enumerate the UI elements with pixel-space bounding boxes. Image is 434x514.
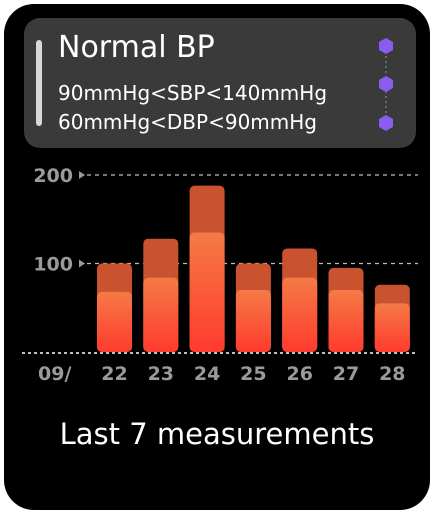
hexagon-dot-icon bbox=[379, 76, 393, 92]
sbp-range-text: 90mmHg<SBP<140mmHg bbox=[58, 81, 328, 105]
hexagon-dot-icon bbox=[379, 38, 393, 54]
tick-arrow-icon bbox=[79, 171, 85, 179]
hexagon-dot-icon bbox=[379, 115, 393, 131]
bar-lower[interactable] bbox=[189, 232, 225, 352]
x-tick-label: 26 bbox=[286, 363, 312, 385]
y-tick-label: 100 bbox=[33, 254, 73, 276]
bar-lower[interactable] bbox=[143, 277, 179, 352]
x-tick-label: 28 bbox=[379, 363, 405, 385]
x-tick-label: 27 bbox=[333, 363, 359, 385]
bp-status-card: Normal BP 90mmHg<SBP<140mmHg 60mmHg<DBP<… bbox=[24, 18, 416, 148]
tick-arrow-icon bbox=[79, 259, 85, 268]
chart-caption: Last 7 measurements bbox=[59, 417, 375, 451]
x-tick-label: 24 bbox=[194, 363, 220, 385]
y-tick-label: 200 bbox=[33, 165, 73, 187]
x-tick-label: 22 bbox=[101, 363, 127, 385]
status-accent-bar bbox=[36, 40, 42, 126]
dbp-range-text: 60mmHg<DBP<90mmHg bbox=[58, 110, 317, 134]
bp-bar-chart: 100 200 22 23 24 25 26 27 28 09/ bbox=[22, 165, 418, 385]
bar-lower[interactable] bbox=[282, 277, 318, 352]
bar-lower[interactable] bbox=[374, 303, 410, 352]
page-indicator[interactable] bbox=[375, 36, 397, 136]
x-tick-label: 23 bbox=[148, 363, 174, 385]
bar-lower[interactable] bbox=[97, 291, 132, 352]
bar-lower[interactable] bbox=[235, 290, 271, 352]
watch-screen: Normal BP 90mmHg<SBP<140mmHg 60mmHg<DBP<… bbox=[4, 4, 430, 510]
bp-status-title: Normal BP bbox=[58, 30, 215, 65]
x-month-label: 09/ bbox=[38, 363, 71, 385]
x-tick-label: 25 bbox=[240, 363, 266, 385]
bar-lower[interactable] bbox=[328, 290, 364, 352]
